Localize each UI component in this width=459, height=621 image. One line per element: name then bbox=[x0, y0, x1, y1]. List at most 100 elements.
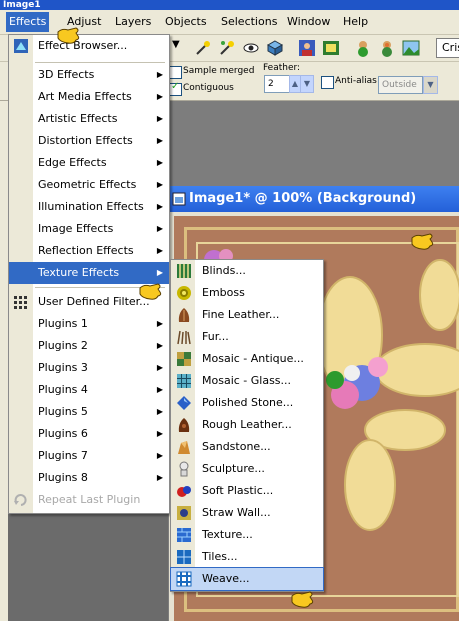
film-icon[interactable] bbox=[322, 39, 340, 57]
submenu-arrow-icon: ▶ bbox=[156, 363, 163, 372]
menu-item-illumination-effects[interactable]: Illumination Effects ▶ bbox=[9, 196, 169, 218]
outside-dropdown-icon[interactable]: ▼ bbox=[423, 76, 438, 94]
menu-item-straw-wall[interactable]: Straw Wall... bbox=[171, 502, 323, 524]
texture-icon bbox=[177, 528, 191, 542]
antialias-checkbox[interactable] bbox=[321, 76, 334, 89]
sculpture-icon bbox=[179, 461, 189, 477]
menu-item-mosaic-antique[interactable]: Mosaic - Antique... bbox=[171, 348, 323, 370]
straw-wall-icon bbox=[177, 506, 191, 520]
menu-item-polished-stone[interactable]: Polished Stone... bbox=[171, 392, 323, 414]
eye-icon[interactable] bbox=[242, 39, 260, 57]
hand-cursor-icon bbox=[139, 283, 162, 300]
menu-item-mosaic-glass[interactable]: Mosaic - Glass... bbox=[171, 370, 323, 392]
magic-wand-add-icon[interactable] bbox=[218, 39, 236, 57]
menu-item-soft-plastic[interactable]: Soft Plastic... bbox=[171, 480, 323, 502]
submenu-arrow-icon: ▶ bbox=[156, 473, 163, 482]
person-orange-icon[interactable] bbox=[378, 39, 396, 57]
menu-item-fur[interactable]: Fur... bbox=[171, 326, 323, 348]
hand-cursor-icon bbox=[57, 27, 80, 44]
blinds-icon bbox=[177, 264, 191, 278]
contiguous-checkbox[interactable] bbox=[169, 81, 182, 96]
feather-input[interactable]: 2 bbox=[264, 75, 291, 93]
menu-item-fine-leather[interactable]: Fine Leather... bbox=[171, 304, 323, 326]
submenu-arrow-icon: ▶ bbox=[156, 136, 163, 145]
menu-item-reflection-effects[interactable]: Reflection Effects ▶ bbox=[9, 240, 169, 262]
submenu-arrow-icon: ▶ bbox=[156, 451, 163, 460]
emboss-icon bbox=[177, 286, 191, 300]
polished-stone-icon bbox=[177, 396, 191, 410]
dropdown-arrow-icon[interactable]: ▼ bbox=[172, 39, 190, 57]
submenu-arrow-icon: ▶ bbox=[156, 341, 163, 350]
mosaic-antique-icon bbox=[177, 352, 191, 366]
menu-separator bbox=[35, 62, 165, 63]
menu-item-plugins-7[interactable]: Plugins 7 ▶ bbox=[9, 445, 169, 467]
left-panel bbox=[0, 101, 8, 621]
menu-item-effect-browser[interactable]: Effect Browser... bbox=[9, 35, 169, 57]
image-window-title: Image1* @ 100% (Background) bbox=[189, 191, 417, 206]
hand-cursor-icon bbox=[291, 591, 314, 608]
submenu-arrow-icon: ▶ bbox=[156, 407, 163, 416]
portrait-icon[interactable] bbox=[298, 39, 316, 57]
mosaic-glass-icon bbox=[177, 374, 191, 388]
menu-item-sandstone[interactable]: Sandstone... bbox=[171, 436, 323, 458]
menu-item-image-effects[interactable]: Image Effects ▶ bbox=[9, 218, 169, 240]
menu-item-emboss[interactable]: Emboss bbox=[171, 282, 323, 304]
menu-item-blinds[interactable]: Blinds... bbox=[171, 260, 323, 282]
menu-item-plugins-1[interactable]: Plugins 1 ▶ bbox=[9, 313, 169, 335]
menu-objects[interactable]: Objects bbox=[162, 14, 210, 30]
tiles-icon bbox=[177, 550, 191, 564]
menu-item-sculpture[interactable]: Sculpture... bbox=[171, 458, 323, 480]
menu-window[interactable]: Window bbox=[284, 14, 333, 30]
texture-effects-submenu: Blinds... Emboss Fine Leather... Fur... … bbox=[170, 259, 324, 592]
menu-item-geometric-effects[interactable]: Geometric Effects ▶ bbox=[9, 174, 169, 196]
magic-wand-icon[interactable] bbox=[194, 39, 212, 57]
effect-browser-icon bbox=[14, 39, 28, 53]
landscape-icon[interactable] bbox=[402, 39, 420, 57]
cube-icon[interactable] bbox=[266, 39, 284, 57]
menu-item-rough-leather[interactable]: Rough Leather... bbox=[171, 414, 323, 436]
menu-item-repeat-last-plugin: Repeat Last Plugin bbox=[9, 489, 169, 511]
menu-item-plugins-3[interactable]: Plugins 3 ▶ bbox=[9, 357, 169, 379]
app-title: Image1 bbox=[3, 0, 41, 10]
menu-item-plugins-2[interactable]: Plugins 2 ▶ bbox=[9, 335, 169, 357]
submenu-arrow-icon: ▶ bbox=[156, 224, 163, 233]
contiguous-label: Contiguous bbox=[183, 83, 234, 93]
feather-dropdown-icon[interactable]: ▼ bbox=[300, 75, 314, 93]
menu-help[interactable]: Help bbox=[340, 14, 371, 30]
menu-item-3d-effects[interactable]: 3D Effects ▶ bbox=[9, 64, 169, 86]
outside-select[interactable]: Outside bbox=[378, 76, 423, 94]
person-green-icon[interactable] bbox=[354, 39, 372, 57]
submenu-arrow-icon: ▶ bbox=[156, 180, 163, 189]
fine-leather-icon bbox=[178, 308, 190, 322]
repeat-icon bbox=[14, 494, 27, 506]
sample-merged-checkbox[interactable] bbox=[169, 66, 182, 79]
menu-item-tiles[interactable]: Tiles... bbox=[171, 546, 323, 568]
submenu-arrow-icon: ▶ bbox=[156, 385, 163, 394]
sample-merged-label: Sample merged bbox=[183, 66, 255, 76]
effects-menu: Effect Browser... 3D Effects ▶ Art Media … bbox=[8, 34, 170, 514]
menu-item-plugins-4[interactable]: Plugins 4 ▶ bbox=[9, 379, 169, 401]
submenu-arrow-icon: ▶ bbox=[156, 319, 163, 328]
menu-item-texture[interactable]: Texture... bbox=[171, 524, 323, 546]
menu-item-plugins-5[interactable]: Plugins 5 ▶ bbox=[9, 401, 169, 423]
submenu-arrow-icon: ▶ bbox=[156, 158, 163, 167]
menu-item-edge-effects[interactable]: Edge Effects ▶ bbox=[9, 152, 169, 174]
weave-icon bbox=[176, 571, 192, 587]
submenu-arrow-icon: ▶ bbox=[156, 246, 163, 255]
antialias-label: Anti-alias bbox=[335, 76, 377, 86]
menu-item-distortion-effects[interactable]: Distortion Effects ▶ bbox=[9, 130, 169, 152]
menu-item-artistic-effects[interactable]: Artistic Effects ▶ bbox=[9, 108, 169, 130]
feather-label: Feather: bbox=[263, 63, 301, 73]
image-window-titlebar[interactable]: Image1* @ 100% (Background) bbox=[169, 186, 459, 212]
menu-layers[interactable]: Layers bbox=[112, 14, 154, 30]
toolbar-right-button[interactable]: Cris bbox=[436, 38, 459, 58]
image-document-icon bbox=[172, 192, 186, 206]
menu-item-art-media-effects[interactable]: Art Media Effects ▶ bbox=[9, 86, 169, 108]
menu-effects[interactable]: Effects bbox=[6, 12, 50, 32]
menu-item-plugins-6[interactable]: Plugins 6 ▶ bbox=[9, 423, 169, 445]
rough-leather-icon bbox=[178, 418, 190, 432]
menu-item-plugins-8[interactable]: Plugins 8 ▶ bbox=[9, 467, 169, 489]
menu-selections[interactable]: Selections bbox=[218, 14, 280, 30]
app-title-bar: Image1 bbox=[0, 0, 459, 10]
menu-item-weave[interactable]: Weave... bbox=[170, 567, 324, 591]
